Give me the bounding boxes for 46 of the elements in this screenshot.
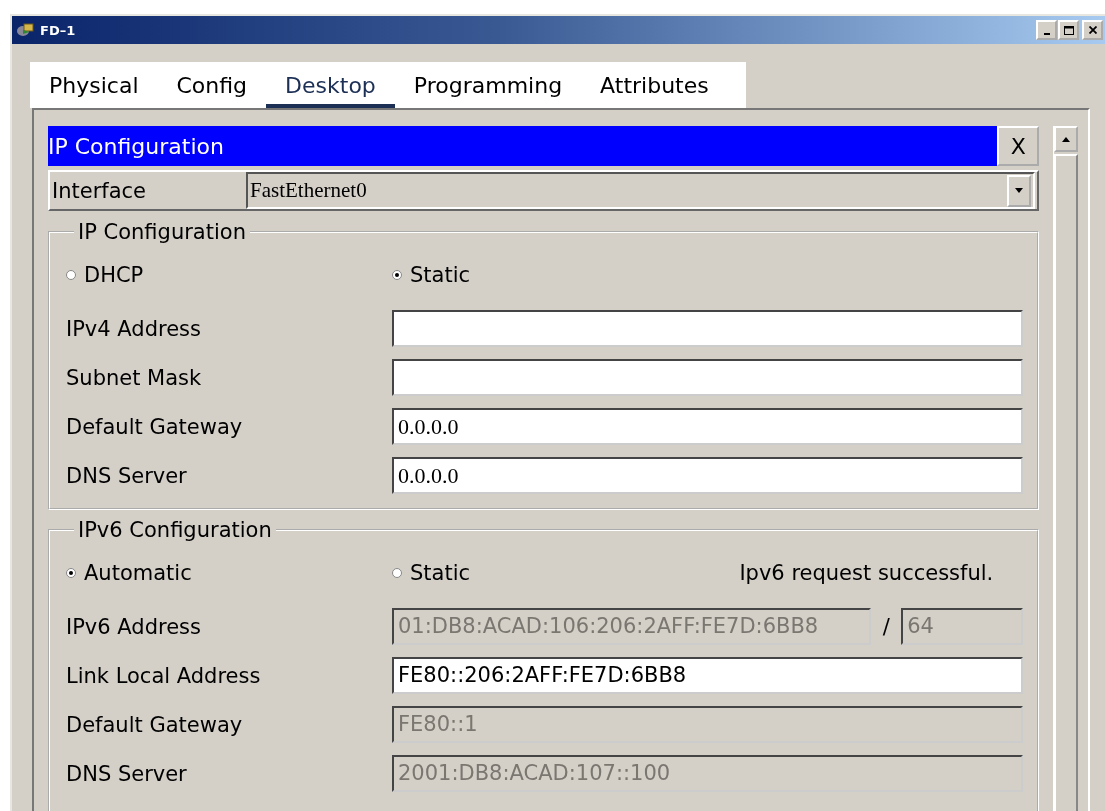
radio-button[interactable] <box>392 568 402 578</box>
group-title: IPv6 Configuration <box>77 518 273 542</box>
minimize-icon <box>1043 33 1050 35</box>
interface-dropdown[interactable]: FastEthernet0 <box>246 172 1036 209</box>
group-title: IP Configuration <box>77 220 247 244</box>
field-label: Link Local Address <box>66 663 262 688</box>
input-field[interactable]: FE80::206:2AFF:FE7D:6BB8 <box>392 657 1024 694</box>
radio-button[interactable] <box>66 270 76 280</box>
maximize-icon <box>1063 25 1074 35</box>
minimize-button[interactable] <box>1036 20 1057 40</box>
caret-down-icon <box>1014 187 1025 194</box>
scrollbar[interactable] <box>1053 126 1078 811</box>
field-label: DNS Server <box>66 761 188 786</box>
radio-option[interactable]: DHCP <box>66 263 392 287</box>
field-label: Default Gateway <box>66 414 244 439</box>
close-button[interactable] <box>1082 20 1103 40</box>
dropdown-button[interactable] <box>1007 174 1032 207</box>
close-icon <box>1088 26 1097 34</box>
field-label: IPv6 Address <box>66 614 202 639</box>
tab[interactable]: Config <box>157 62 267 108</box>
close-button[interactable]: X <box>997 126 1040 166</box>
panel-title: IP Configuration <box>48 133 224 159</box>
separator-slash: / <box>881 614 891 639</box>
input-field[interactable]: 0.0.0.0 <box>392 408 1024 445</box>
tab[interactable]: Attributes <box>581 62 728 108</box>
interface-label: Interface <box>51 178 148 203</box>
status-message: Ipv6 request successful. <box>739 561 994 585</box>
input-field[interactable] <box>392 359 1024 396</box>
radio-option[interactable]: Static <box>392 561 471 585</box>
tab[interactable]: Desktop <box>266 62 395 108</box>
radio-option[interactable]: Automatic <box>66 561 392 585</box>
input-field[interactable]: 0.0.0.0 <box>392 457 1024 494</box>
maximize-button[interactable] <box>1058 20 1079 40</box>
radio-button[interactable] <box>66 568 76 578</box>
tab[interactable]: Physical <box>30 62 158 108</box>
field-label: Default Gateway <box>66 712 244 737</box>
input-field[interactable] <box>392 310 1024 347</box>
radio-button[interactable] <box>392 270 402 280</box>
tab[interactable]: Programming <box>394 62 582 108</box>
scroll-up-button[interactable] <box>1054 126 1078 152</box>
window-title: FD–1 <box>40 22 76 38</box>
field-label: Subnet Mask <box>66 365 203 390</box>
caret-up-icon <box>1061 136 1072 142</box>
radio-option[interactable]: Static <box>392 263 471 287</box>
field-label: DNS Server <box>66 463 188 488</box>
field-label: IPv4 Address <box>66 316 202 341</box>
